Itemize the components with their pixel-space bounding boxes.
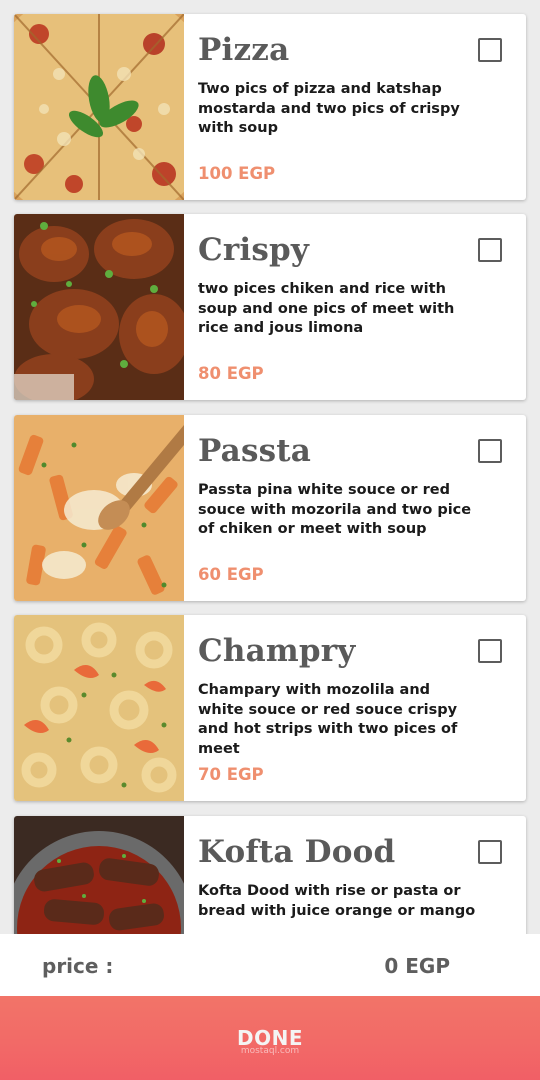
select-checkbox[interactable]	[478, 238, 502, 262]
item-title: Pizza	[198, 32, 290, 68]
menu-item-card[interactable]: Champry Champary with mozolila and white…	[14, 615, 526, 801]
item-description: Kofta Dood with rise or pasta or bread w…	[198, 883, 476, 919]
select-checkbox[interactable]	[478, 639, 502, 663]
item-description: Champary with mozolila and white souce o…	[198, 682, 458, 757]
price-label: price :	[42, 954, 114, 978]
pizza-image	[14, 14, 184, 200]
item-title: Passta	[198, 433, 312, 469]
menu-item-card[interactable]: Passta Passta pina white souce or red so…	[14, 415, 526, 601]
item-title: Kofta Dood	[198, 834, 396, 870]
item-description: Passta pina white souce or red souce wit…	[198, 482, 472, 537]
kofta-image	[14, 816, 184, 934]
done-button[interactable]: DONE mostaql.com	[0, 996, 540, 1080]
menu-list[interactable]: Pizza Two pics of pizza and katshap most…	[0, 0, 540, 934]
item-description: two pices chiken and rice with soup and …	[198, 281, 455, 336]
item-price: 70 EGP	[198, 765, 264, 784]
item-title: Champry	[198, 633, 356, 669]
crispy-image	[14, 214, 184, 400]
item-price: 80 EGP	[198, 364, 264, 383]
select-checkbox[interactable]	[478, 38, 502, 62]
select-checkbox[interactable]	[478, 840, 502, 864]
item-description: Two pics of pizza and katshap mostarda a…	[198, 81, 460, 136]
item-price: 60 EGP	[198, 565, 264, 584]
item-price: 100 EGP	[198, 164, 276, 183]
item-title: Crispy	[198, 232, 310, 268]
watermark: mostaql.com	[240, 1046, 300, 1056]
price-footer: price : 0 EGP	[0, 934, 540, 996]
pasta-image	[14, 415, 184, 601]
menu-item-card[interactable]: Kofta Dood Kofta Dood with rise or pasta…	[14, 816, 526, 934]
price-total: 0 EGP	[384, 954, 450, 978]
menu-item-card[interactable]: Pizza Two pics of pizza and katshap most…	[14, 14, 526, 200]
shrimp-pasta-image	[14, 615, 184, 801]
select-checkbox[interactable]	[478, 439, 502, 463]
menu-item-card[interactable]: Crispy two pices chiken and rice with so…	[14, 214, 526, 400]
